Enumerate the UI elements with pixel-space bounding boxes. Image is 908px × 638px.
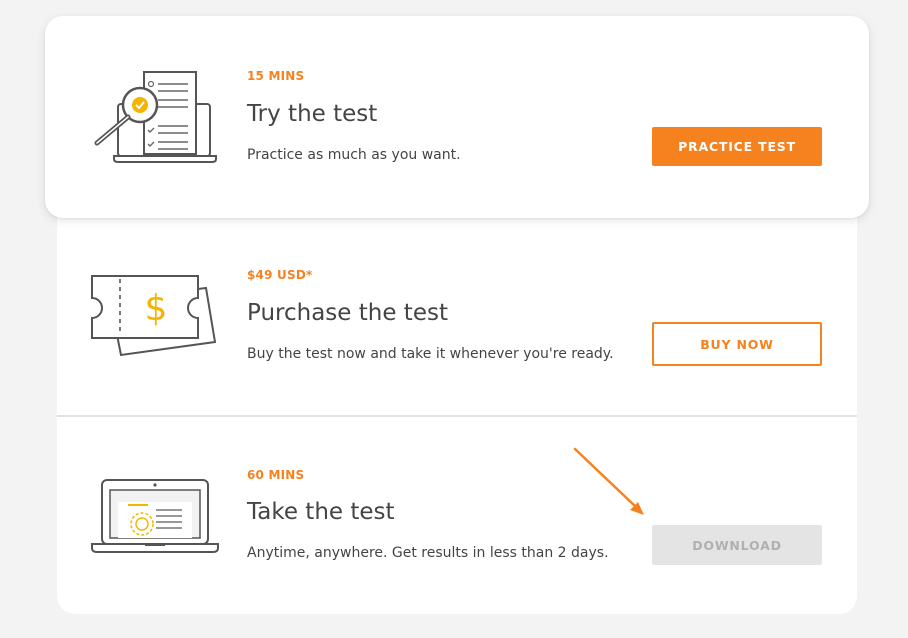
laptop-certificate-icon (91, 479, 219, 553)
step-title: Take the test (247, 499, 395, 525)
step-description: Anytime, anywhere. Get results in less t… (247, 545, 609, 561)
step-eyebrow: 60 MINS (247, 468, 305, 482)
step-eyebrow: $49 USD* (247, 268, 313, 282)
step-description: Buy the test now and take it whenever yo… (247, 346, 614, 362)
svg-text:$: $ (145, 288, 168, 329)
row-divider (57, 415, 857, 417)
ticket-dollar-icon: $ (91, 275, 217, 357)
practice-test-button[interactable]: PRACTICE TEST (652, 127, 822, 166)
step-eyebrow: 15 MINS (247, 69, 305, 83)
step-title: Purchase the test (247, 300, 448, 326)
orange-arrow-pointer-icon (573, 447, 644, 515)
step-description: Practice as much as you want. (247, 147, 461, 163)
download-button[interactable]: DOWNLOAD (652, 525, 822, 565)
step-title: Try the test (247, 101, 378, 127)
laptop-magnifier-checklist-icon (94, 71, 217, 163)
buy-now-button[interactable]: BUY NOW (652, 322, 822, 366)
